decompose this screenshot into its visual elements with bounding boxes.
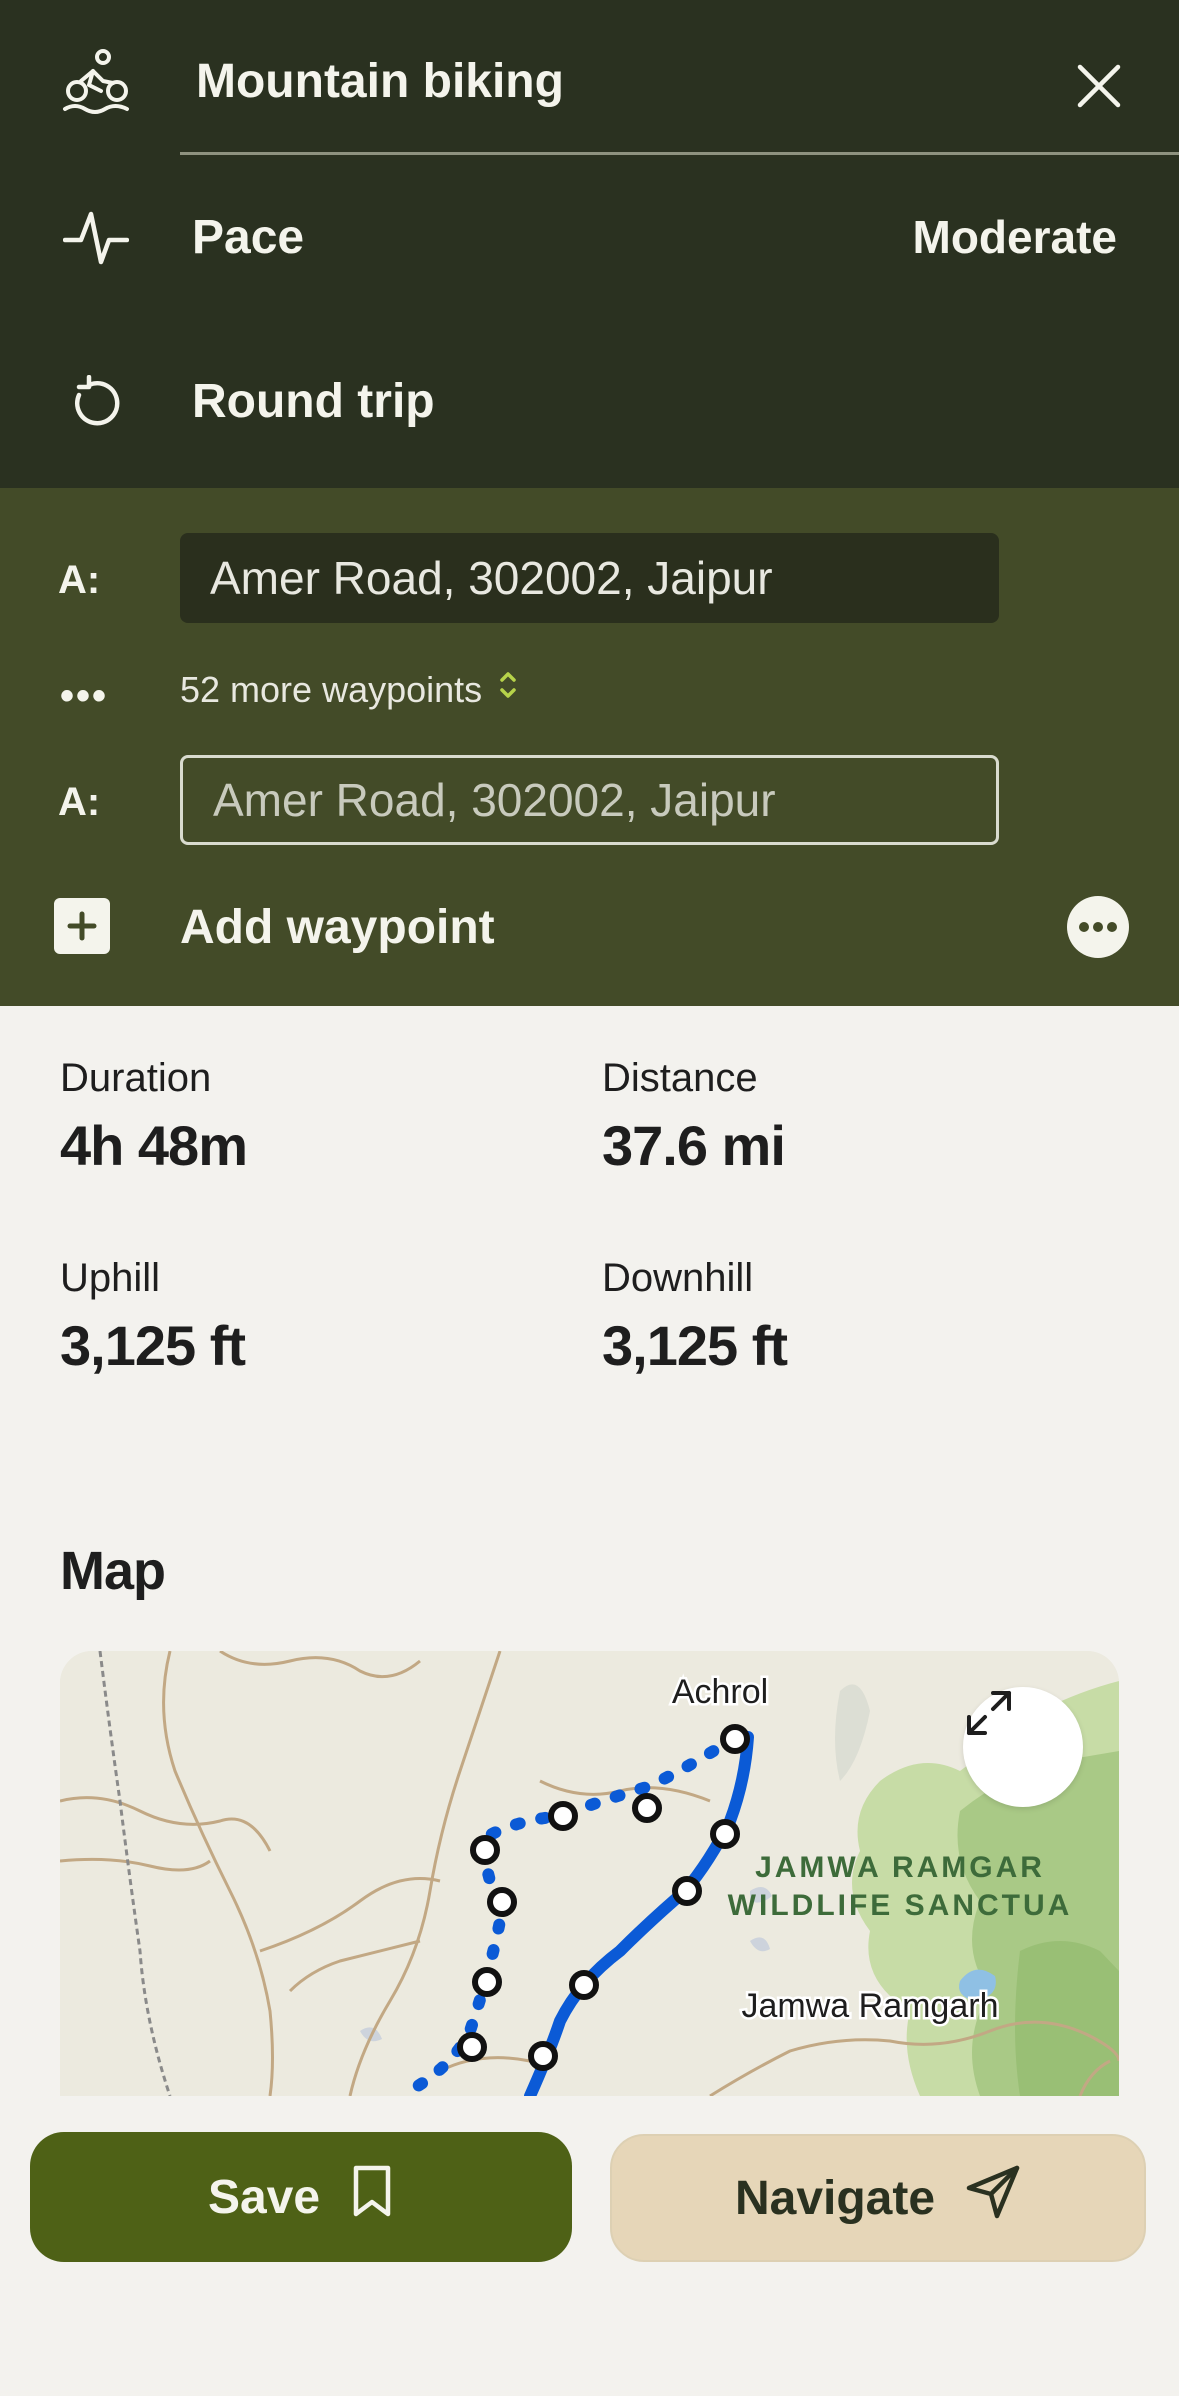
waypoints-panel: A: Amer Road, 302002, Jaipur ••• 52 more… [0, 488, 1179, 1006]
downhill-stat: Downhill 3,125 ft [602, 1256, 788, 1378]
pulse-icon [58, 200, 134, 276]
bookmark-icon [350, 2164, 394, 2230]
pace-value: Moderate [912, 211, 1117, 263]
downhill-value: 3,125 ft [602, 1314, 788, 1377]
duration-value: 4h 48m [60, 1114, 248, 1177]
place-label-jamwa: Jamwa Ramgarh [742, 1987, 999, 2025]
route-map[interactable]: Achrol JAMWA RAMGAR WILDLIFE SANCTUA Jam… [60, 1651, 1119, 2096]
map-section-title: Map [60, 1541, 166, 1601]
add-waypoint-row[interactable]: Add waypoint [0, 876, 1179, 976]
start-waypoint-value: Amer Road, 302002, Jaipur [210, 552, 773, 604]
navigate-button[interactable]: Navigate [610, 2134, 1146, 2262]
round-trip-icon [58, 366, 134, 442]
route-settings-header: Mountain biking Pace Moderate Round trip [0, 0, 1179, 488]
place-label-sanctuary-line2: WILDLIFE SANCTUA [728, 1889, 1073, 1922]
chevron-up-down-icon [498, 668, 518, 711]
more-dots-icon: ••• [60, 674, 109, 718]
activity-row[interactable]: Mountain biking [0, 36, 1179, 132]
mountain-bike-icon [58, 44, 134, 120]
duration-stat: Duration 4h 48m [60, 1056, 248, 1178]
save-button[interactable]: Save [30, 2132, 572, 2262]
save-label: Save [207, 2170, 321, 2224]
more-waypoints-label: 52 more waypoints [180, 668, 483, 710]
more-waypoints-toggle[interactable]: 52 more waypoints [180, 668, 518, 711]
map-canvas: Achrol JAMWA RAMGAR WILDLIFE SANCTUA Jam… [60, 1651, 1119, 2096]
start-waypoint-field[interactable]: Amer Road, 302002, Jaipur [180, 533, 999, 623]
expand-icon[interactable] [963, 1687, 1083, 1807]
round-trip-row[interactable]: Round trip [0, 356, 1179, 452]
downhill-label: Downhill [602, 1256, 754, 1300]
uphill-label: Uphill [60, 1256, 161, 1300]
round-trip-label: Round trip [192, 375, 435, 428]
end-waypoint-value: Amer Road, 302002, Jaipur [213, 774, 776, 826]
more-horizontal-icon[interactable] [1067, 896, 1129, 958]
uphill-stat: Uphill 3,125 ft [60, 1256, 246, 1378]
plus-square-icon [54, 898, 110, 954]
end-waypoint-field[interactable]: Amer Road, 302002, Jaipur [180, 755, 999, 845]
navigation-arrow-icon [965, 2164, 1021, 2232]
pace-row[interactable]: Pace Moderate [0, 190, 1179, 286]
uphill-value: 3,125 ft [60, 1314, 246, 1377]
activity-label: Mountain biking [196, 55, 564, 108]
distance-value: 37.6 mi [602, 1114, 786, 1177]
distance-stat: Distance 37.6 mi [602, 1056, 786, 1178]
duration-label: Duration [60, 1056, 212, 1100]
place-label-achrol: Achrol [672, 1673, 768, 1711]
add-waypoint-label: Add waypoint [180, 901, 495, 954]
divider [180, 152, 1179, 155]
close-icon[interactable] [1069, 56, 1129, 116]
pace-label: Pace [192, 211, 305, 264]
navigate-label: Navigate [734, 2171, 936, 2225]
distance-label: Distance [602, 1056, 758, 1100]
place-label-sanctuary-line1: JAMWA RAMGAR [755, 1851, 1045, 1884]
end-waypoint-label: A: [58, 780, 101, 824]
start-waypoint-label: A: [58, 558, 101, 602]
